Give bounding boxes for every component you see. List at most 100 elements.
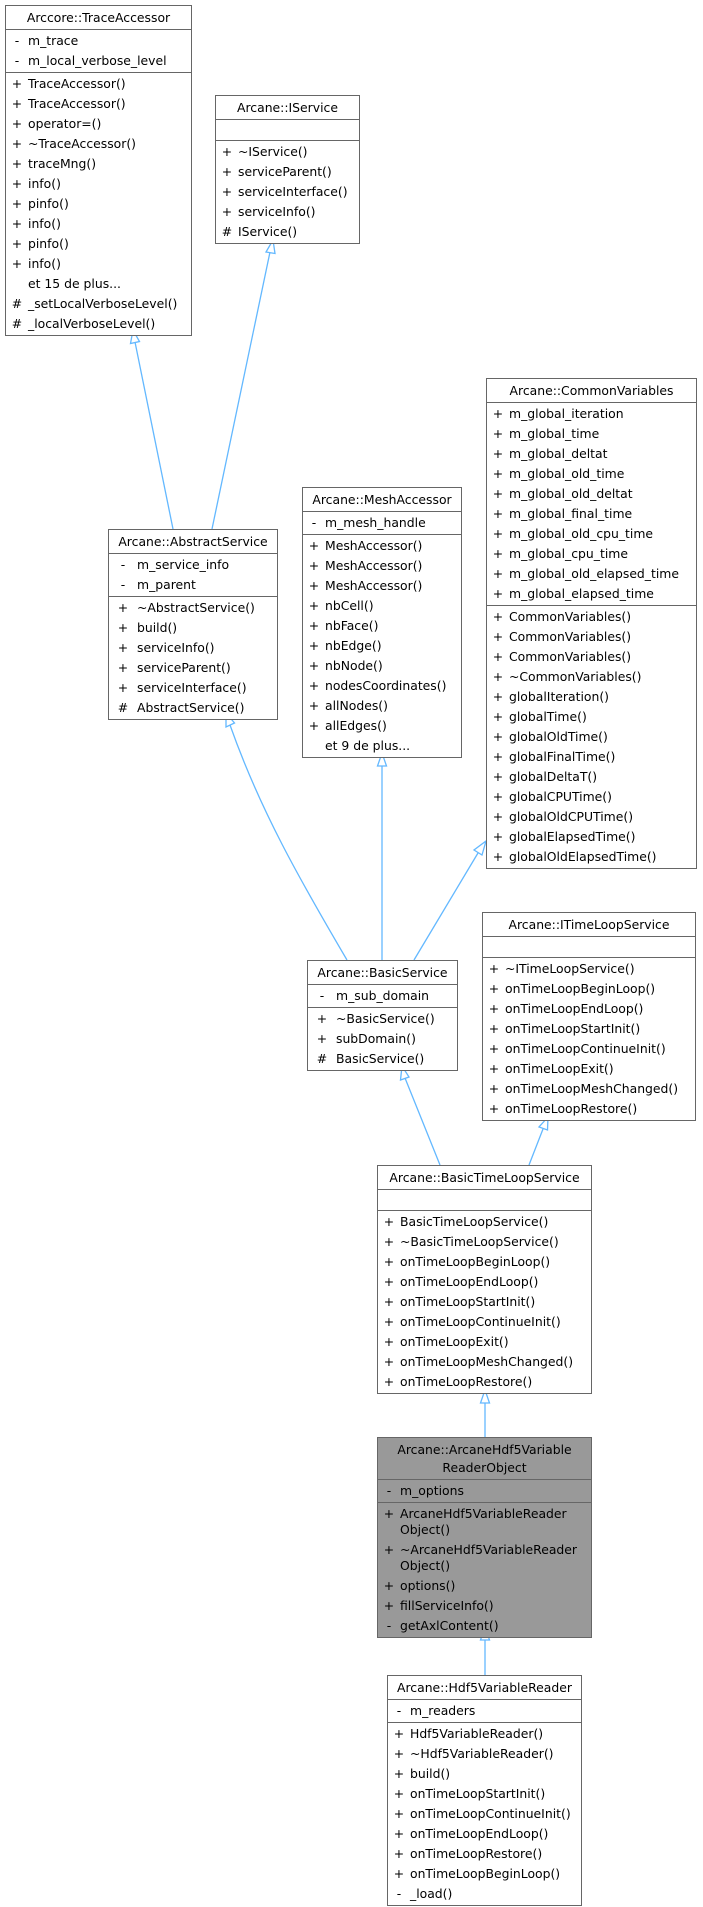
method-row[interactable]: + globalCPUTime() xyxy=(487,787,696,807)
attribute-row[interactable]: + m_global_elapsed_time xyxy=(487,584,696,604)
attribute-row[interactable]: + m_global_cpu_time xyxy=(487,544,696,564)
method-row[interactable]: + globalOldCPUTime() xyxy=(487,807,696,827)
method-row[interactable]: + build() xyxy=(109,618,277,638)
class-basic-service[interactable]: Arcane::BasicService - m_sub_domain + ~Basic… xyxy=(307,960,458,1071)
method-row[interactable]: + traceMng() xyxy=(6,154,191,174)
method-row[interactable]: + onTimeLoopMeshChanged() xyxy=(378,1352,591,1372)
method-row[interactable]: - getAxlContent() xyxy=(378,1616,591,1636)
method-row[interactable]: + CommonVariables() xyxy=(487,647,696,667)
method-row[interactable]: # _localVerboseLevel() xyxy=(6,314,191,334)
method-row[interactable]: et 15 de plus... xyxy=(6,274,191,294)
attribute-row[interactable]: + m_global_old_deltat xyxy=(487,484,696,504)
method-row[interactable]: + operator=() xyxy=(6,114,191,134)
attribute-row[interactable]: + m_global_old_elapsed_time xyxy=(487,564,696,584)
method-row[interactable]: + serviceInterface() xyxy=(216,182,359,202)
class-hdf5-variable-reader[interactable]: Arcane::Hdf5VariableReader - m_readers + Hdf… xyxy=(387,1675,582,1906)
class-mesh-accessor[interactable]: Arcane::MeshAccessor - m_mesh_handle + MeshA… xyxy=(302,487,462,758)
method-row[interactable]: + onTimeLoopBeginLoop() xyxy=(483,979,695,999)
method-row[interactable]: + serviceInfo() xyxy=(109,638,277,658)
method-row[interactable]: + ~BasicTimeLoopService() xyxy=(378,1232,591,1252)
method-row[interactable]: + nbEdge() xyxy=(303,636,461,656)
method-row[interactable]: + ~ITimeLoopService() xyxy=(483,959,695,979)
method-row[interactable]: + info() xyxy=(6,254,191,274)
method-row[interactable]: + nbFace() xyxy=(303,616,461,636)
method-row[interactable]: + nbNode() xyxy=(303,656,461,676)
method-row[interactable]: + ~Hdf5VariableReader() xyxy=(388,1744,581,1764)
method-row[interactable]: + MeshAccessor() xyxy=(303,536,461,556)
method-row[interactable]: + onTimeLoopExit() xyxy=(483,1059,695,1079)
attribute-row[interactable]: + m_global_time xyxy=(487,424,696,444)
method-row[interactable]: + serviceParent() xyxy=(109,658,277,678)
class-iservice[interactable]: Arcane::IService + ~IService() + servicePare… xyxy=(215,95,360,244)
class-itimeloop-service[interactable]: Arcane::ITimeLoopService + ~ITimeLoopServi… xyxy=(482,912,696,1121)
attribute-row[interactable]: - m_readers xyxy=(388,1701,581,1721)
attribute-row[interactable]: + m_global_final_time xyxy=(487,504,696,524)
method-row[interactable]: + onTimeLoopContinueInit() xyxy=(378,1312,591,1332)
method-row[interactable]: # BasicService() xyxy=(308,1049,457,1069)
method-row[interactable]: + serviceParent() xyxy=(216,162,359,182)
method-row[interactable]: + serviceInterface() xyxy=(109,678,277,698)
method-row[interactable]: + nodesCoordinates() xyxy=(303,676,461,696)
class-common-variables[interactable]: Arcane::CommonVariables + m_global_iterati… xyxy=(486,378,697,869)
method-row[interactable]: + Hdf5VariableReader() xyxy=(388,1724,581,1744)
attribute-row[interactable]: - m_parent xyxy=(109,575,277,595)
method-row[interactable]: + fillServiceInfo() xyxy=(378,1596,591,1616)
method-row[interactable]: + info() xyxy=(6,174,191,194)
method-row[interactable]: # _setLocalVerboseLevel() xyxy=(6,294,191,314)
method-row[interactable]: + onTimeLoopStartInit() xyxy=(378,1292,591,1312)
method-row[interactable]: + pinfo() xyxy=(6,194,191,214)
method-row[interactable]: + ArcaneHdf5VariableReader Object() xyxy=(378,1504,591,1540)
method-row[interactable]: + globalElapsedTime() xyxy=(487,827,696,847)
method-row[interactable]: + serviceInfo() xyxy=(216,202,359,222)
method-row[interactable]: + onTimeLoopMeshChanged() xyxy=(483,1079,695,1099)
method-row[interactable]: - _load() xyxy=(388,1884,581,1904)
method-row[interactable]: + onTimeLoopBeginLoop() xyxy=(388,1864,581,1884)
method-row[interactable]: + onTimeLoopRestore() xyxy=(378,1372,591,1392)
method-row[interactable]: + globalIteration() xyxy=(487,687,696,707)
attribute-row[interactable]: + m_global_old_cpu_time xyxy=(487,524,696,544)
method-row[interactable]: + ~AbstractService() xyxy=(109,598,277,618)
method-row[interactable]: + onTimeLoopBeginLoop() xyxy=(378,1252,591,1272)
method-row[interactable]: + onTimeLoopContinueInit() xyxy=(483,1039,695,1059)
method-row[interactable]: + CommonVariables() xyxy=(487,607,696,627)
class-trace-accessor[interactable]: Arccore::TraceAccessor - m_trace - m_local_v… xyxy=(5,5,192,336)
method-row[interactable]: + MeshAccessor() xyxy=(303,576,461,596)
method-row[interactable]: + onTimeLoopEndLoop() xyxy=(483,999,695,1019)
method-row[interactable]: + pinfo() xyxy=(6,234,191,254)
method-row[interactable]: + onTimeLoopStartInit() xyxy=(388,1784,581,1804)
method-row[interactable]: + ~TraceAccessor() xyxy=(6,134,191,154)
method-row[interactable]: + subDomain() xyxy=(308,1029,457,1049)
attribute-row[interactable]: + m_global_iteration xyxy=(487,404,696,424)
method-row[interactable]: + allEdges() xyxy=(303,716,461,736)
attribute-row[interactable]: - m_trace xyxy=(6,31,191,51)
method-row[interactable]: + globalOldTime() xyxy=(487,727,696,747)
method-row[interactable]: # AbstractService() xyxy=(109,698,277,718)
method-row[interactable]: + build() xyxy=(388,1764,581,1784)
method-row[interactable]: + onTimeLoopRestore() xyxy=(483,1099,695,1119)
method-row[interactable]: # IService() xyxy=(216,222,359,242)
class-abstract-service[interactable]: Arcane::AbstractService - m_service_info - m… xyxy=(108,529,278,720)
method-row[interactable]: + allNodes() xyxy=(303,696,461,716)
method-row[interactable]: et 9 de plus... xyxy=(303,736,461,756)
method-row[interactable]: + options() xyxy=(378,1576,591,1596)
attribute-row[interactable]: - m_options xyxy=(378,1481,591,1501)
method-row[interactable]: + BasicTimeLoopService() xyxy=(378,1212,591,1232)
attribute-row[interactable]: + m_global_deltat xyxy=(487,444,696,464)
attribute-row[interactable]: - m_sub_domain xyxy=(308,986,457,1006)
method-row[interactable]: + onTimeLoopRestore() xyxy=(388,1844,581,1864)
method-row[interactable]: + TraceAccessor() xyxy=(6,94,191,114)
class-basic-timeloop-service[interactable]: Arcane::BasicTimeLoopService + BasicTimeLo… xyxy=(377,1165,592,1394)
method-row[interactable]: + TraceAccessor() xyxy=(6,74,191,94)
method-row[interactable]: + globalDeltaT() xyxy=(487,767,696,787)
method-row[interactable]: + MeshAccessor() xyxy=(303,556,461,576)
method-row[interactable]: + onTimeLoopEndLoop() xyxy=(388,1824,581,1844)
attribute-row[interactable]: + m_global_old_time xyxy=(487,464,696,484)
method-row[interactable]: + nbCell() xyxy=(303,596,461,616)
method-row[interactable]: + info() xyxy=(6,214,191,234)
method-row[interactable]: + onTimeLoopStartInit() xyxy=(483,1019,695,1039)
method-row[interactable]: + globalFinalTime() xyxy=(487,747,696,767)
method-row[interactable]: + ~CommonVariables() xyxy=(487,667,696,687)
method-row[interactable]: + onTimeLoopContinueInit() xyxy=(388,1804,581,1824)
method-row[interactable]: + ~BasicService() xyxy=(308,1009,457,1029)
method-row[interactable]: + ~IService() xyxy=(216,142,359,162)
